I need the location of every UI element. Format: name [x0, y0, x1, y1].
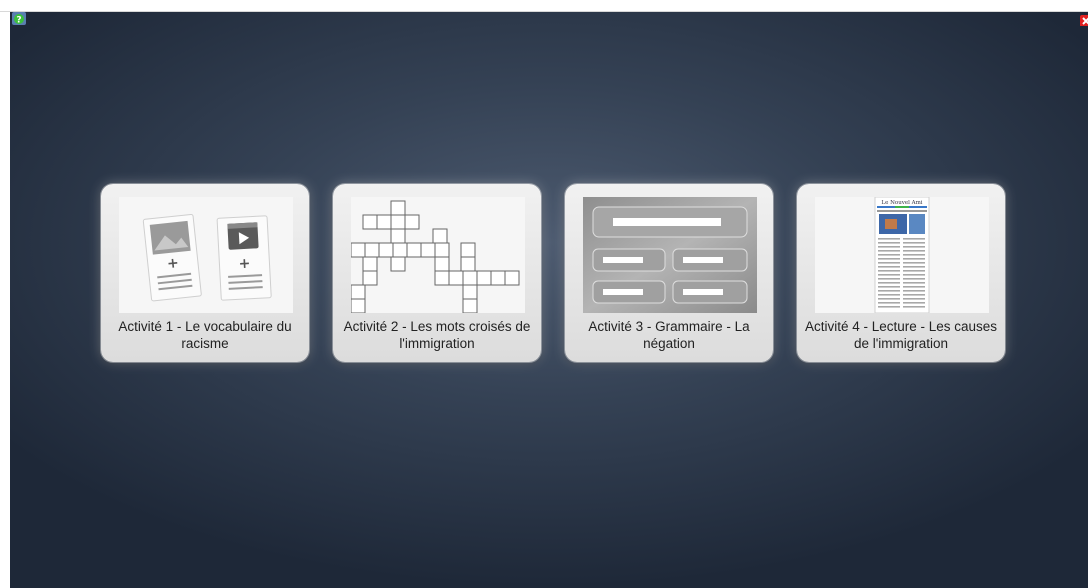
activity-title: Activité 4 - Lecture - Les causes de l'i… [804, 319, 998, 351]
activity-tile-4[interactable]: Le Nouvel Ami Activité 4 - Lecture - Les… [797, 184, 1005, 362]
activity-tile-2[interactable]: Activité 2 - Les mots croisés de l'immig… [333, 184, 541, 362]
svg-text:?: ? [16, 16, 21, 26]
svg-text:+: + [166, 255, 179, 272]
activity-title: Activité 1 - Le vocabulaire du racisme [118, 319, 292, 351]
crossword-icon [351, 197, 525, 313]
media-cards-icon: + + [119, 197, 293, 313]
top-bar [0, 0, 1088, 12]
activity-tile-3[interactable]: Activité 3 - Grammaire - La négation [565, 184, 773, 362]
help-icon[interactable]: ? [11, 11, 27, 27]
button-grid-icon [583, 197, 757, 313]
activity-title: Activité 3 - Grammaire - La négation [588, 319, 750, 351]
newspaper-icon: Le Nouvel Ami [815, 197, 989, 313]
close-icon[interactable] [1080, 14, 1088, 26]
activity-tile-1[interactable]: + + Activité 1 - Le vocabulaire du racis… [101, 184, 309, 362]
svg-text:+: + [238, 256, 251, 273]
activity-title: Activité 2 - Les mots croisés de l'immig… [343, 319, 531, 351]
newspaper-masthead: Le Nouvel Ami [881, 200, 922, 206]
